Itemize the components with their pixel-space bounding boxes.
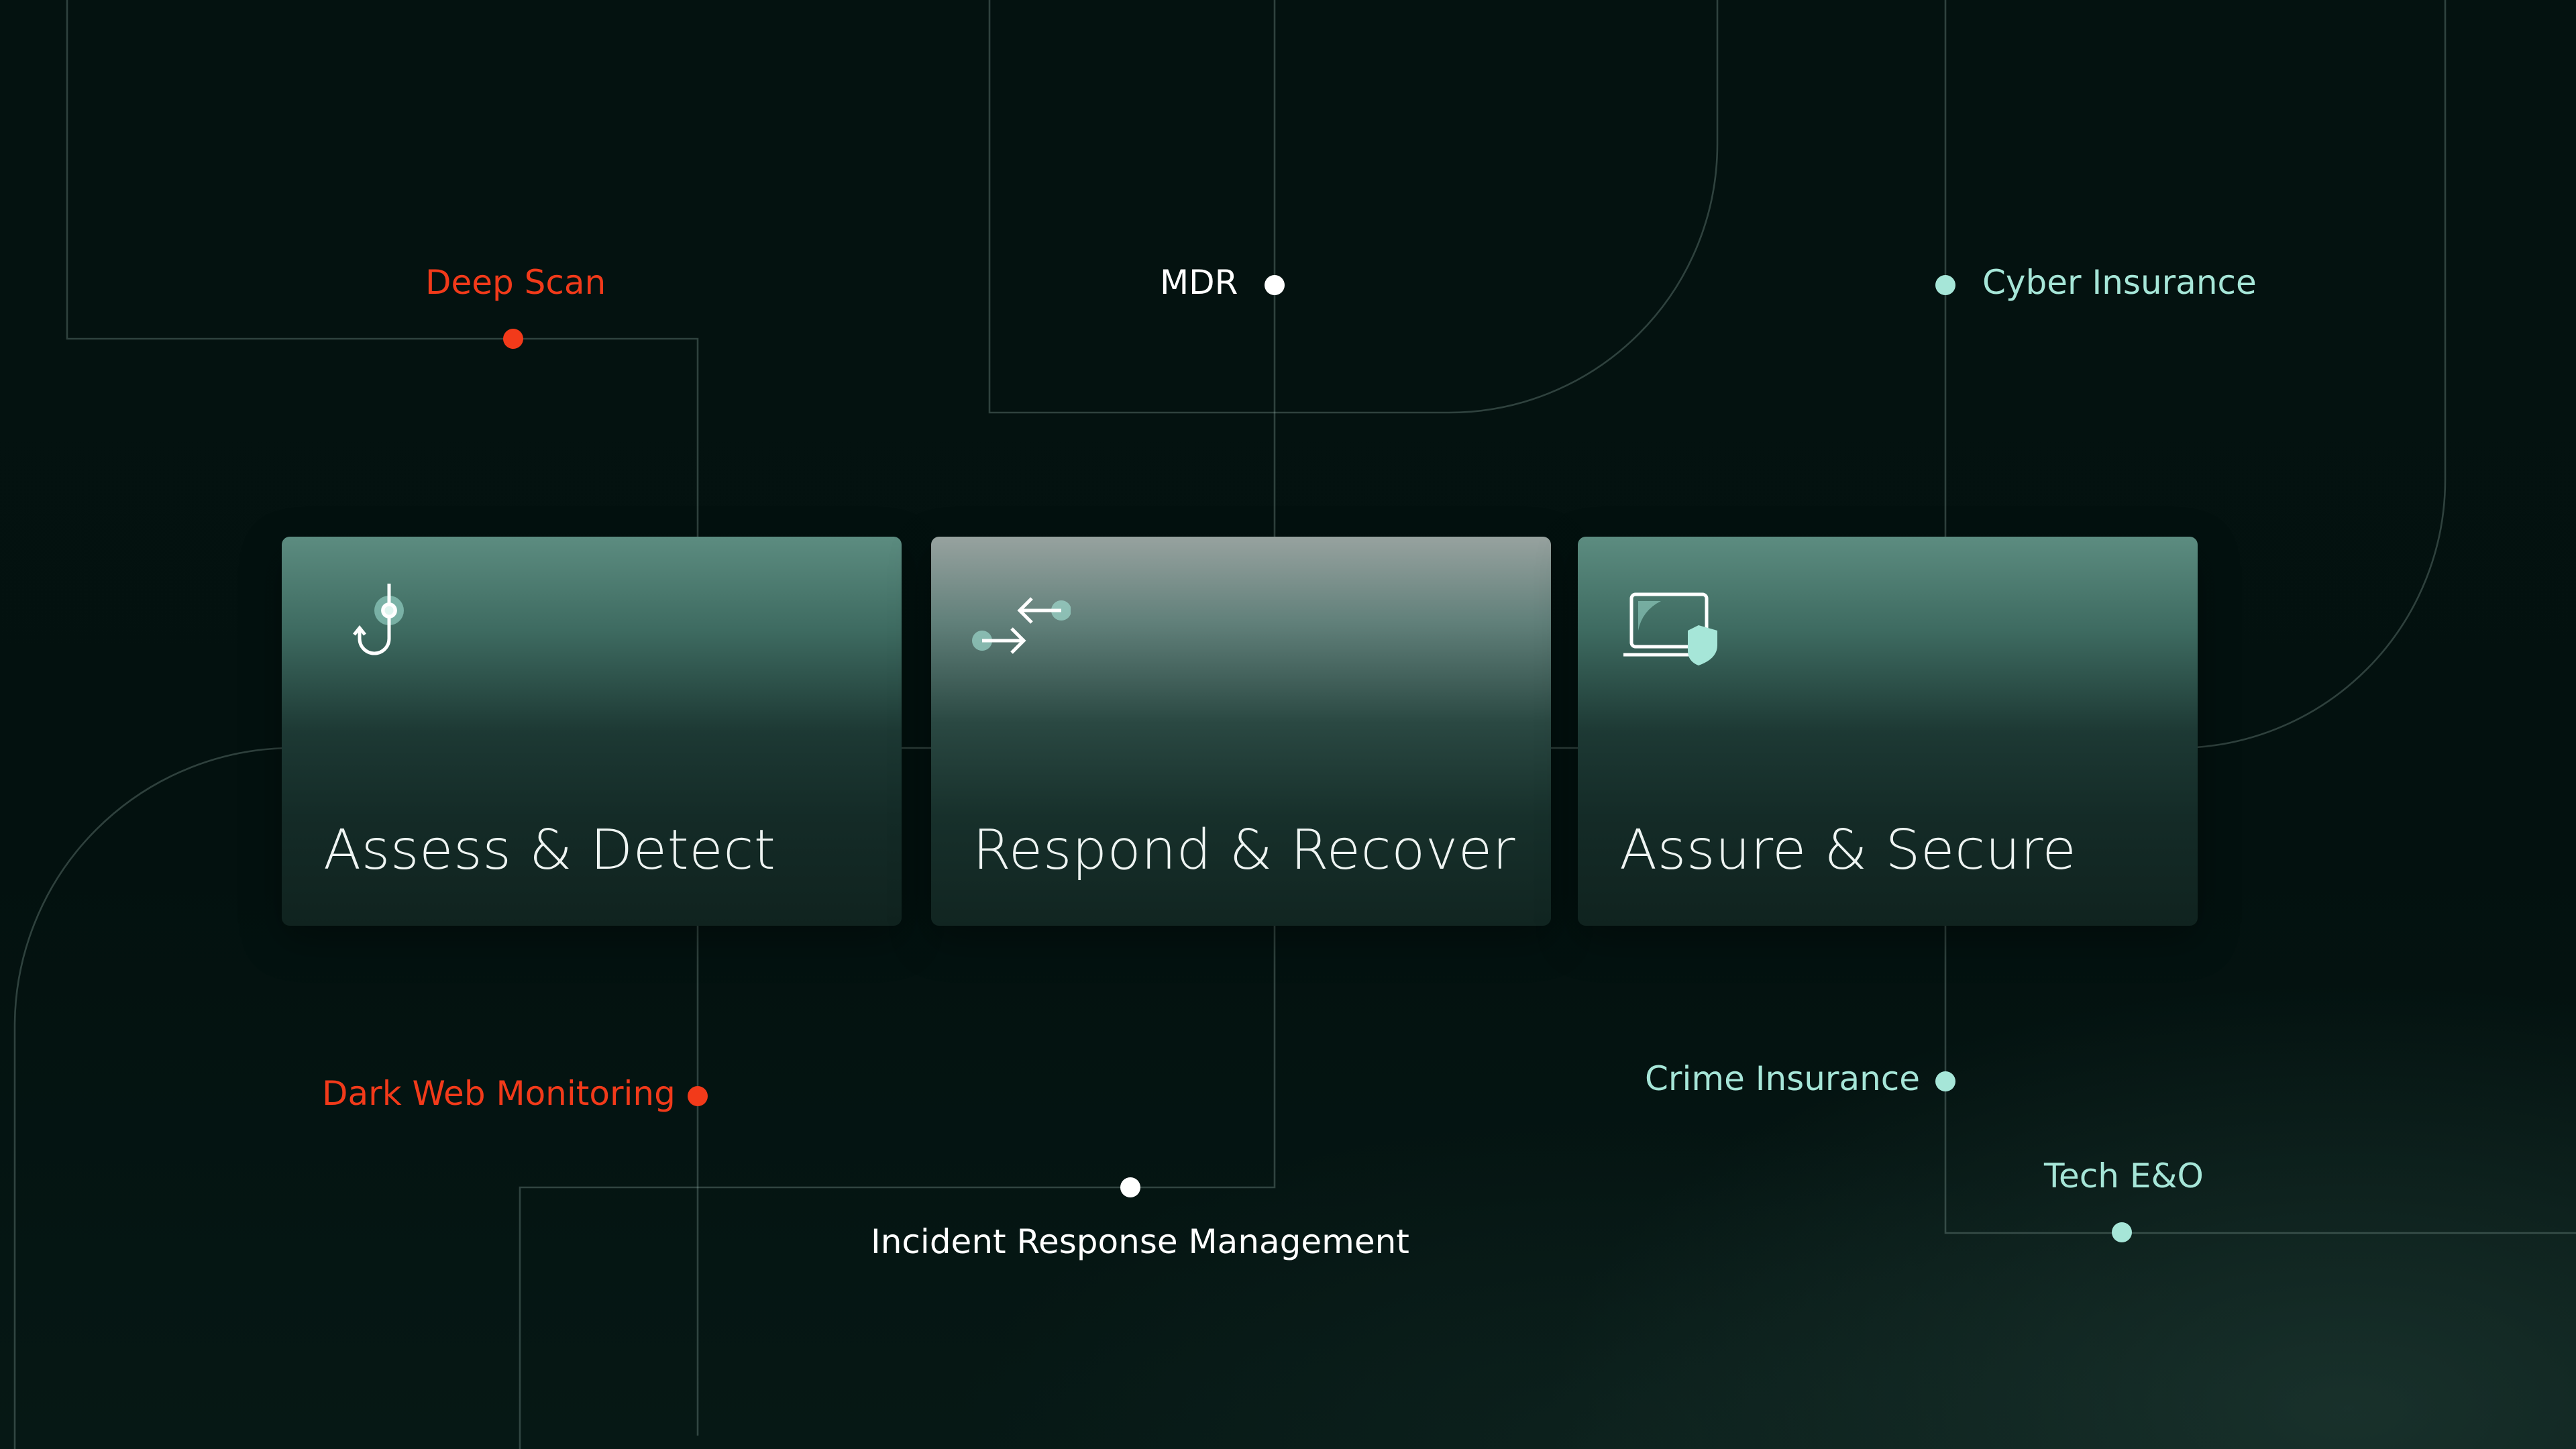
- connector-right-arc: [2176, 0, 2447, 749]
- dot-cyber-insurance[interactable]: [1935, 275, 1955, 295]
- card-title: Assess & Detect: [323, 818, 776, 882]
- dot-mdr[interactable]: [1265, 275, 1285, 295]
- card-title: Respond & Recover: [973, 818, 1515, 882]
- dot-deep-scan[interactable]: [503, 329, 523, 349]
- card-title: Assure & Secure: [1619, 818, 2077, 882]
- card-respond-recover[interactable]: Respond & Recover: [931, 537, 1551, 926]
- label-dark-web-monitoring: Dark Web Monitoring: [322, 1074, 676, 1113]
- label-deep-scan: Deep Scan: [425, 263, 606, 302]
- card-assess-detect[interactable]: Assess & Detect: [282, 537, 902, 926]
- connector-mdr: [988, 0, 1719, 414]
- label-crime-insurance: Crime Insurance: [1645, 1059, 1921, 1098]
- label-incident-response-management: Incident Response Management: [871, 1222, 1409, 1261]
- label-cyber-insurance: Cyber Insurance: [1982, 263, 2257, 302]
- dot-crime-insurance[interactable]: [1935, 1071, 1955, 1091]
- arrows-exchange-icon: [972, 597, 1071, 654]
- dot-incident-response[interactable]: [1120, 1177, 1140, 1197]
- label-mdr: MDR: [1160, 263, 1238, 302]
- laptop-shield-icon: [1623, 592, 1717, 665]
- dot-tech-eo[interactable]: [2112, 1222, 2132, 1242]
- fishing-hook-icon: [353, 584, 404, 655]
- card-assure-secure[interactable]: Assure & Secure: [1578, 537, 2198, 926]
- dot-dark-web-monitoring[interactable]: [688, 1086, 708, 1106]
- label-tech-eo: Tech E&O: [2044, 1157, 2204, 1195]
